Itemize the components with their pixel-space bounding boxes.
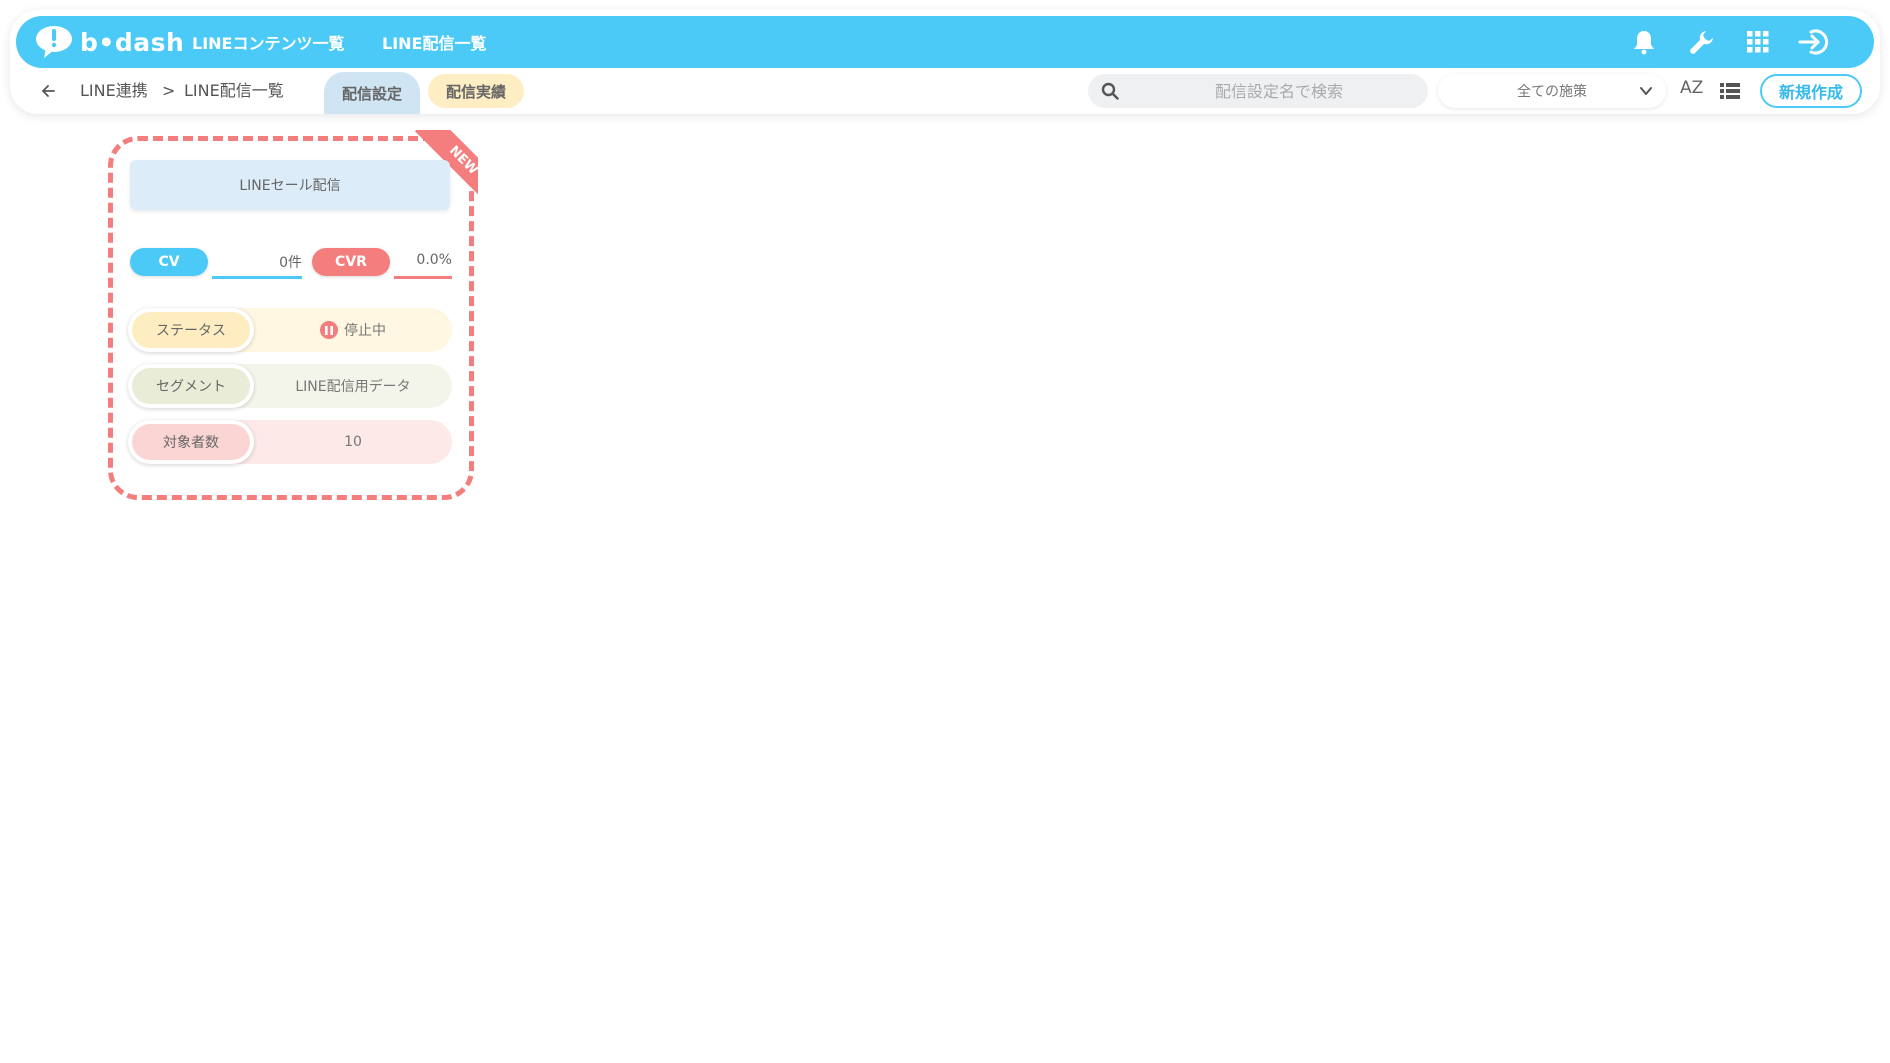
brand-logo[interactable]: b•dash	[34, 24, 184, 60]
breadcrumb-current: LINE配信一覧	[184, 81, 284, 100]
back-arrow-icon[interactable]	[36, 78, 62, 104]
pause-icon	[320, 321, 338, 339]
segment-label: セグメント	[156, 379, 226, 395]
segment-value: LINE配信用データ	[295, 379, 411, 395]
segment-row: セグメント LINE配信用データ	[128, 364, 452, 408]
segment-label-pill: セグメント	[128, 364, 254, 408]
cv-underline	[212, 276, 302, 279]
status-row: ステータス 停止中	[128, 308, 452, 352]
create-new-button[interactable]: 新規作成	[1760, 74, 1862, 108]
status-text: 停止中	[344, 323, 386, 339]
brand-name: b•dash	[80, 27, 185, 57]
logout-icon[interactable]	[1798, 26, 1830, 58]
cvr-value: 0.0%	[416, 252, 452, 268]
target-count-value: 10	[344, 434, 362, 450]
campaign-filter-select[interactable]: 全ての施策	[1438, 74, 1666, 108]
breadcrumb-separator: >	[162, 81, 176, 100]
cvr-underline	[394, 276, 452, 279]
nav-line-delivery[interactable]: LINE配信一覧	[382, 16, 486, 68]
target-count-label-pill: 対象者数	[128, 420, 254, 464]
target-count-label: 対象者数	[163, 435, 219, 451]
logo-bubble-icon	[36, 26, 72, 58]
campaign-filter-value: 全ての施策	[1517, 84, 1587, 100]
sort-az-icon[interactable]: AZ	[1680, 78, 1706, 104]
list-view-icon[interactable]	[1718, 79, 1742, 103]
search-input[interactable]	[1088, 74, 1428, 108]
breadcrumb-parent[interactable]: LINE連携	[80, 80, 148, 102]
status-label-pill: ステータス	[128, 308, 254, 352]
cv-value: 0件	[279, 255, 302, 271]
chevron-down-icon	[1640, 87, 1652, 95]
bell-icon[interactable]	[1628, 26, 1660, 58]
nav-line-contents[interactable]: LINEコンテンツ一覧	[192, 16, 344, 68]
cvr-label: CVR	[312, 248, 390, 276]
status-value: 停止中	[254, 308, 452, 352]
tab-delivery-settings[interactable]: 配信設定	[324, 72, 420, 114]
target-count-row: 対象者数 10	[128, 420, 452, 464]
status-label: ステータス	[156, 323, 226, 339]
tab-delivery-results[interactable]: 配信実績	[428, 74, 524, 108]
apps-grid-icon[interactable]	[1742, 26, 1774, 58]
cv-label: CV	[130, 248, 208, 276]
search-icon	[1101, 82, 1119, 100]
wrench-icon[interactable]	[1686, 26, 1718, 58]
card-title[interactable]: LINEセール配信	[130, 160, 450, 210]
